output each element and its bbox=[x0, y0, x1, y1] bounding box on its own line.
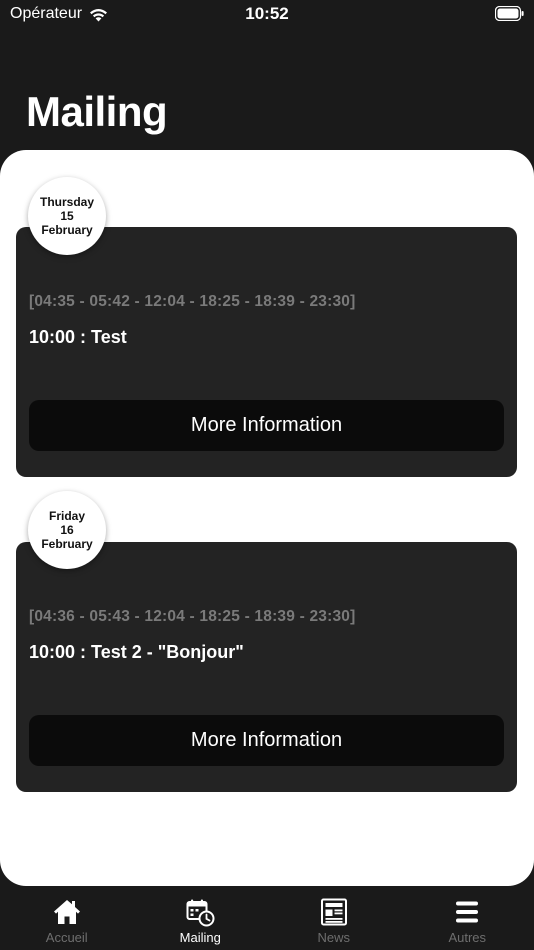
prayer-times: [04:36 - 05:43 - 12:04 - 18:25 - 18:39 -… bbox=[29, 608, 356, 625]
tab-accueil[interactable]: Accueil bbox=[0, 886, 134, 950]
tab-bar: Accueil Mailing News Autres bbox=[0, 886, 534, 950]
tab-mailing[interactable]: Mailing bbox=[134, 886, 268, 950]
event-entry: 10:00 : Test bbox=[29, 327, 127, 347]
more-information-button[interactable]: More Information bbox=[29, 400, 504, 451]
status-bar: Opérateur 10:52 bbox=[0, 0, 534, 30]
date-weekday: Thursday bbox=[39, 195, 94, 209]
tab-label: Accueil bbox=[45, 930, 88, 945]
status-time: 10:52 bbox=[245, 4, 289, 23]
app-screen: Opérateur 10:52 Mailing Thursday 15 Febr… bbox=[0, 0, 534, 950]
page-title: Mailing bbox=[26, 88, 168, 135]
date-month: February bbox=[41, 537, 93, 551]
calendar-clock-icon bbox=[186, 899, 215, 927]
tab-label: Mailing bbox=[179, 930, 221, 945]
day-card: [04:35 - 05:42 - 12:04 - 18:25 - 18:39 -… bbox=[16, 227, 517, 477]
newspaper-icon bbox=[320, 898, 347, 926]
battery-icon bbox=[495, 6, 524, 21]
date-day: 16 bbox=[60, 523, 74, 537]
date-month: February bbox=[41, 223, 93, 237]
menu-icon bbox=[456, 901, 479, 923]
date-badge: Thursday 15 February bbox=[28, 177, 106, 255]
tab-label: Autres bbox=[448, 930, 487, 945]
date-day: 15 bbox=[60, 209, 74, 223]
date-weekday: Friday bbox=[48, 509, 85, 523]
tab-label: News bbox=[317, 930, 350, 945]
date-badge: Friday 16 February bbox=[28, 491, 106, 569]
home-icon bbox=[53, 900, 80, 924]
prayer-times: [04:35 - 05:42 - 12:04 - 18:25 - 18:39 -… bbox=[29, 293, 356, 310]
more-information-button[interactable]: More Information bbox=[29, 715, 504, 766]
day-card: [04:36 - 05:43 - 12:04 - 18:25 - 18:39 -… bbox=[16, 542, 517, 792]
tab-autres[interactable]: Autres bbox=[401, 886, 534, 950]
mailing-list: Thursday 15 February [04:35 - 05:42 - 12… bbox=[0, 150, 534, 886]
tab-news[interactable]: News bbox=[267, 886, 401, 950]
event-entry: 10:00 : Test 2 - "Bonjour" bbox=[29, 642, 244, 662]
